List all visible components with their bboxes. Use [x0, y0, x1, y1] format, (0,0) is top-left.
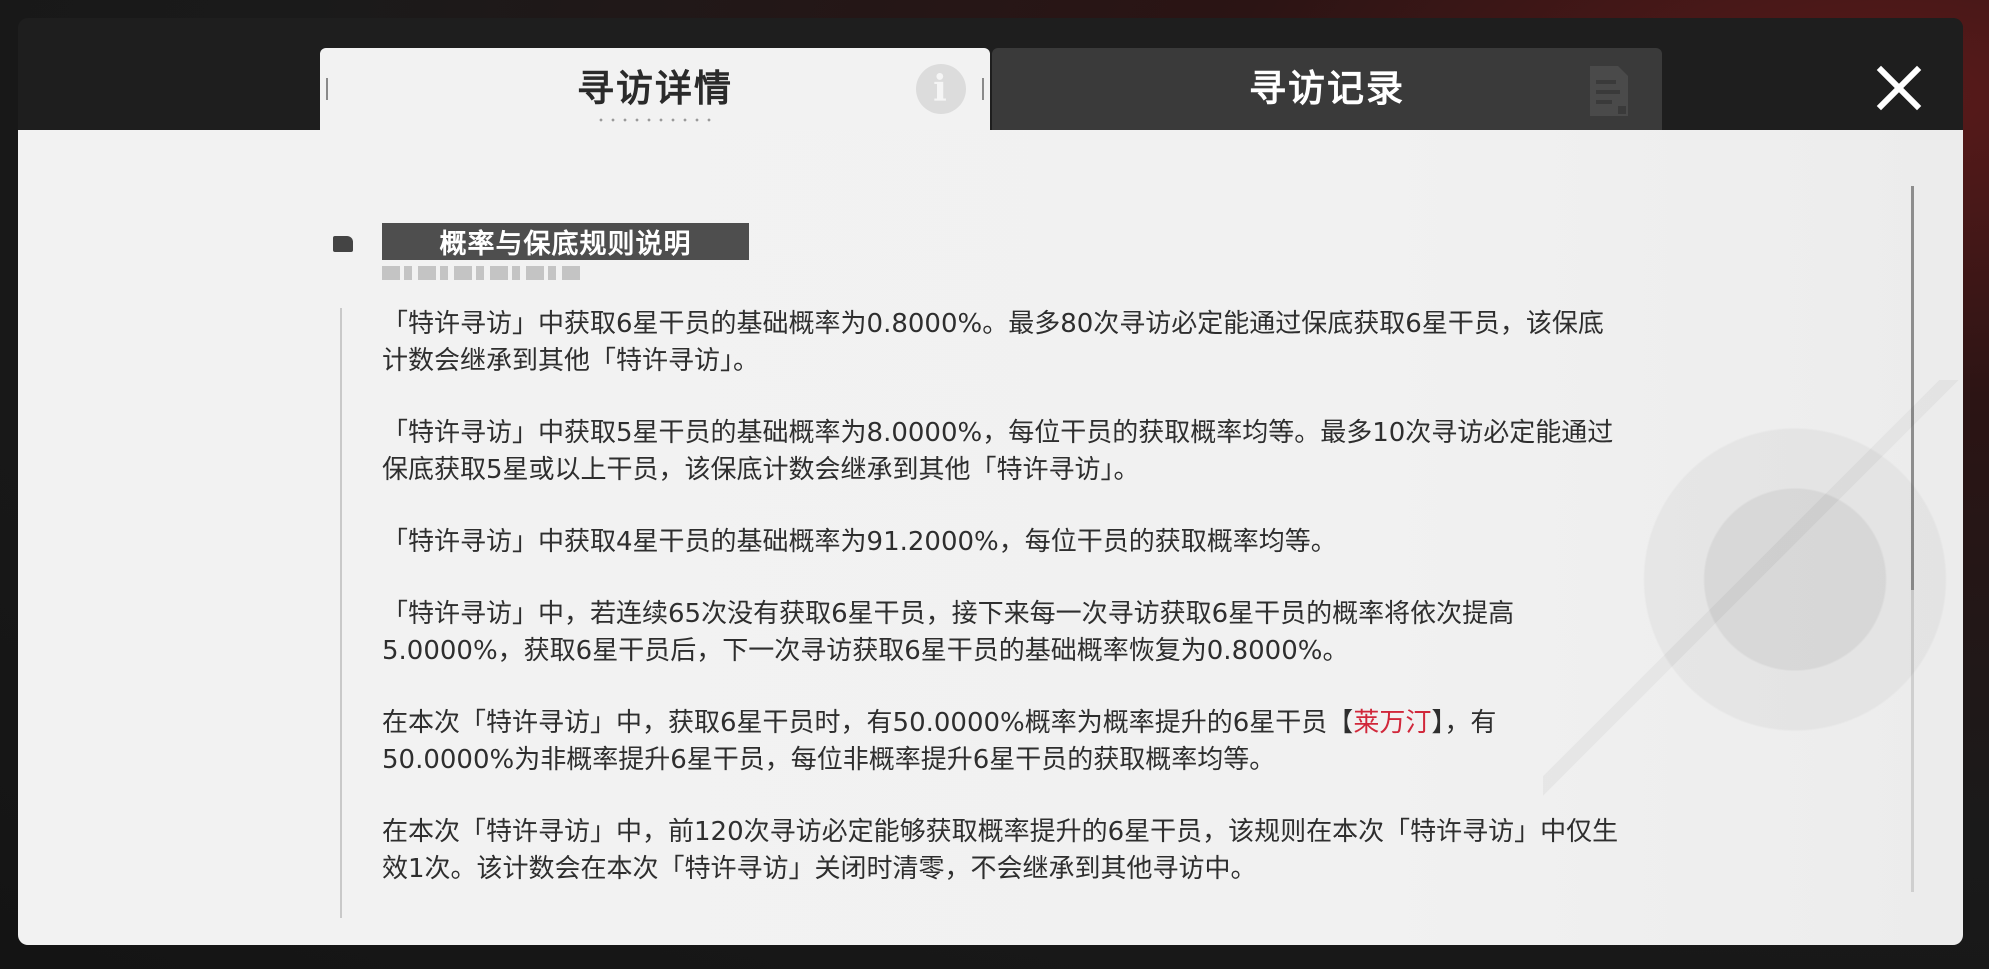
tab-edge-right	[982, 78, 984, 100]
rules-list: 「特许寻访」中获取6星干员的基础概率为0.8000%。最多80次寻访必定能通过保…	[382, 306, 1622, 923]
close-button[interactable]	[1871, 60, 1927, 116]
tab-gacha-record[interactable]: 寻访记录	[992, 48, 1662, 130]
tab-gacha-details[interactable]: 寻访详情 i	[320, 48, 990, 130]
tab-gacha-record-label: 寻访记录	[1249, 67, 1405, 110]
rule-paragraph-2: 「特许寻访」中获取5星干员的基础概率为8.0000%，每位干员的获取概率均等。最…	[382, 418, 1614, 485]
document-icon	[1590, 66, 1628, 116]
featured-operator-name: 莱万汀	[1353, 708, 1432, 738]
section-title: 概率与保底规则说明	[382, 223, 749, 260]
rule-paragraph-6: 在本次「特许寻访」中，前120次寻访必定能够获取概率提升的6星干员，该规则在本次…	[382, 817, 1619, 884]
rule-paragraph-3: 「特许寻访」中获取4星干员的基础概率为91.2000%，每位干员的获取概率均等。	[382, 527, 1337, 557]
rule-paragraph-4: 「特许寻访」中，若连续65次没有获取6星干员，接下来每一次寻访获取6星干员的概率…	[382, 599, 1515, 666]
scrollbar-thumb[interactable]	[1911, 186, 1914, 590]
rule-paragraph-5: 在本次「特许寻访」中，获取6星干员时，有50.0000%概率为概率提升的6星干员…	[382, 705, 1622, 779]
tab-edge-left	[326, 78, 328, 100]
rule-paragraph-1: 「特许寻访」中获取6星干员的基础概率为0.8000%。最多80次寻访必定能通过保…	[382, 309, 1604, 376]
tab-gacha-details-label: 寻访详情	[577, 67, 733, 110]
header-bar	[18, 18, 1963, 130]
rule-5-text-pre: 在本次「特许寻访」中，获取6星干员时，有50.0000%概率为概率提升的6星干员…	[382, 708, 1354, 738]
section-title-text: 概率与保底规则说明	[439, 229, 692, 260]
gacha-details-window: 寻访详情 i 寻访记录 概率与保底规则说明 「特许寻访」中获取6星干员的基础概率…	[18, 18, 1963, 945]
content-left-line	[340, 308, 342, 918]
info-icon: i	[916, 64, 966, 114]
section-bullet	[333, 236, 353, 252]
close-icon	[1876, 65, 1922, 111]
rules-content-panel[interactable]: 概率与保底规则说明 「特许寻访」中获取6星干员的基础概率为0.8000%。最多8…	[18, 130, 1963, 945]
tab-active-indicator	[595, 118, 715, 122]
section-title-decoration	[382, 266, 582, 280]
